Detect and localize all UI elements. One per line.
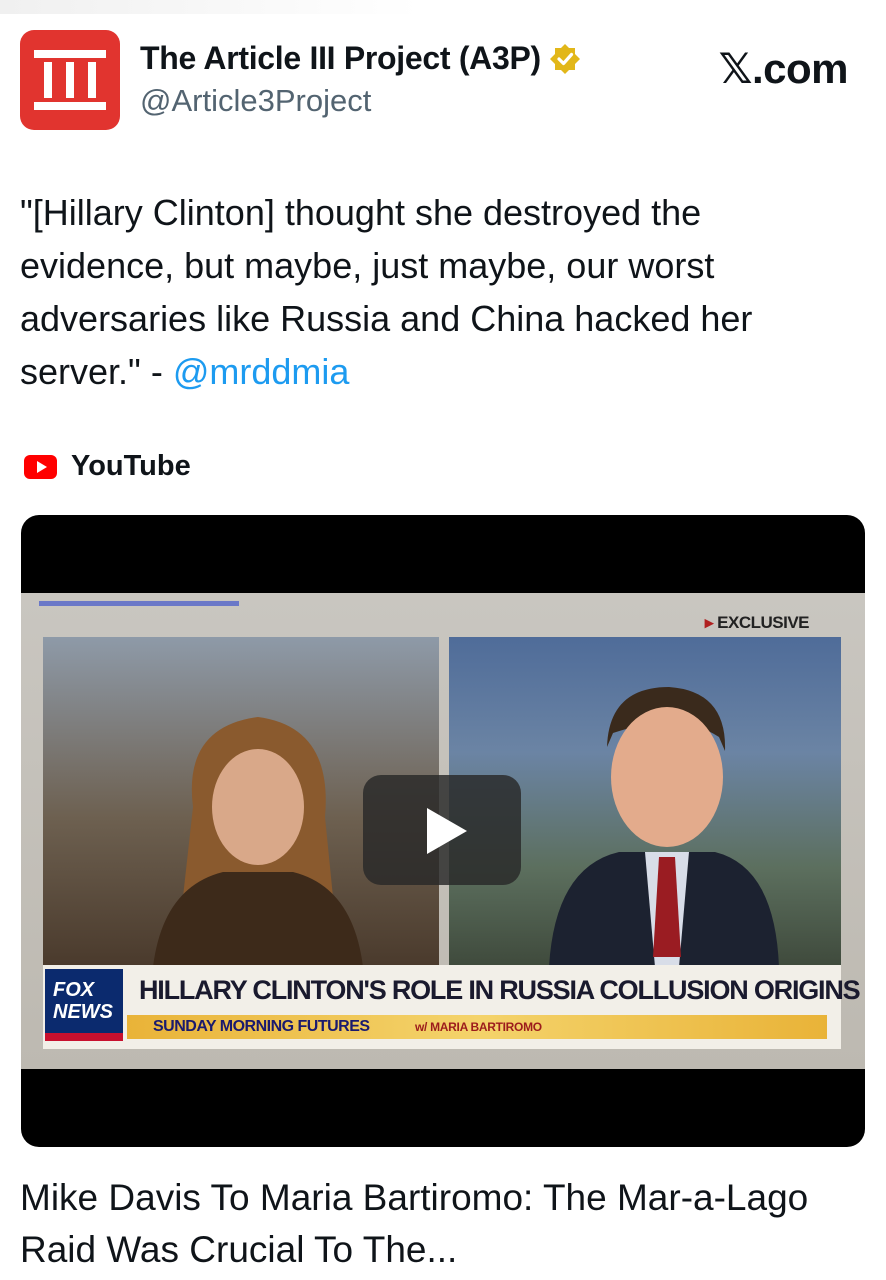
account-handle[interactable]: @Article3Project <box>140 83 371 119</box>
verified-badge-icon <box>549 43 580 74</box>
logo-stripe <box>45 1033 123 1041</box>
tweet-body: "[Hillary Clinton] thought she destroyed… <box>20 192 753 392</box>
exclusive-tag: EXCLUSIVE <box>705 613 809 633</box>
youtube-icon <box>24 454 57 479</box>
logo-line-1: FOX <box>53 979 95 1001</box>
video-title[interactable]: Mike Davis To Maria Bartiromo: The Mar-a… <box>20 1172 840 1276</box>
fox-news-logo: FOX NEWS <box>45 969 123 1041</box>
site-domain: .com <box>751 45 849 92</box>
source-label: YouTube <box>71 450 191 482</box>
display-name[interactable]: The Article III Project (A3P) <box>140 40 541 77</box>
chyron-headline: HILLARY CLINTON'S ROLE IN RUSSIA COLLUSI… <box>139 975 861 1005</box>
card-source: YouTube <box>24 450 191 483</box>
play-icon[interactable] <box>363 775 521 885</box>
tweet-header: The Article III Project (A3P) @Article3P… <box>20 30 866 132</box>
roman-numeral-three-icon <box>34 50 106 110</box>
site-label: 𝕏.com <box>718 44 849 93</box>
avatar[interactable] <box>20 30 120 130</box>
guest-silhouette <box>549 687 779 967</box>
lower-third: FOX NEWS HILLARY CLINTON'S ROLE IN RUSSIA… <box>43 965 861 1049</box>
top-edge-fade <box>0 0 420 14</box>
host-silhouette <box>153 717 363 967</box>
host-name: w/ MARIA BARTIROMO <box>415 1020 542 1034</box>
mention-link[interactable]: @mrddmia <box>173 351 350 392</box>
show-name: SUNDAY MORNING FUTURES <box>153 1018 370 1035</box>
logo-line-2: NEWS <box>53 1001 113 1023</box>
tweet-text: "[Hillary Clinton] thought she destroyed… <box>20 186 860 398</box>
frame-accent-bar <box>39 601 239 606</box>
name-row: The Article III Project (A3P) <box>140 40 581 77</box>
x-logo-icon: 𝕏 <box>718 44 753 93</box>
video-thumbnail[interactable]: EXCLUSIVE FOXNEWS HILLARY CLINTON'S ROLE… <box>21 515 865 1147</box>
